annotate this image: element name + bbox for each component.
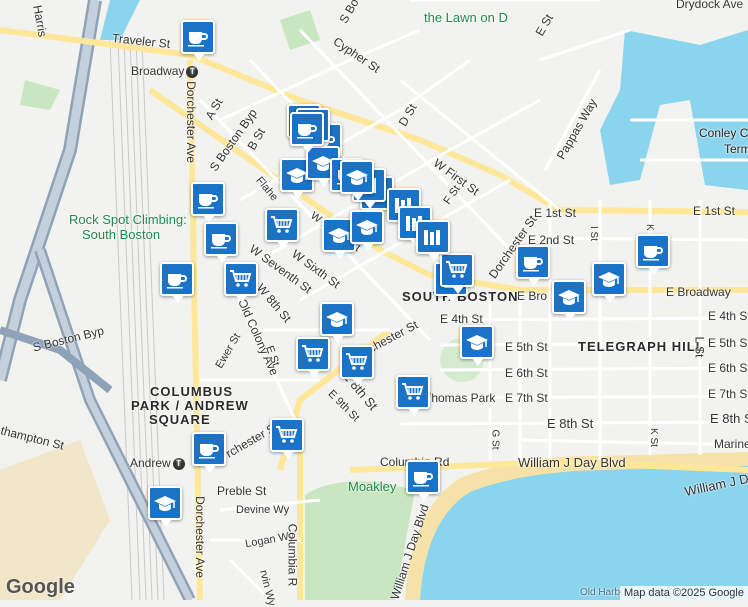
cart-marker[interactable] [270,418,304,459]
cart-icon [276,426,298,443]
map-canvas[interactable] [0,0,748,600]
coffee-marker[interactable] [516,245,550,286]
cart-marker[interactable] [396,375,430,416]
coffee-icon [211,234,231,249]
cart-icon [446,261,468,278]
cart-icon [302,345,324,362]
coffee-marker[interactable] [160,262,194,303]
school-marker[interactable] [552,280,586,321]
coffee-icon [167,274,187,289]
cart-icon [402,383,424,400]
cart-icon [271,216,293,233]
cart-marker[interactable] [224,262,258,303]
school-icon [356,220,378,235]
school-marker[interactable] [320,302,354,343]
school-marker[interactable] [350,210,384,251]
school-icon [328,228,350,243]
school-marker[interactable] [460,325,494,366]
school-icon [326,312,348,327]
coffee-marker[interactable] [191,182,225,223]
coffee-icon [199,444,219,459]
cart-marker[interactable] [296,337,330,378]
cart-icon [346,353,368,370]
coffee-icon [297,124,317,139]
cart-icon [230,270,252,287]
coffee-icon [523,257,543,272]
coffee-marker[interactable] [290,112,324,153]
coffee-marker[interactable] [181,20,215,61]
map-attribution[interactable]: Map data ©2025 Google [619,586,748,600]
school-icon [558,290,580,305]
cart-marker[interactable] [340,345,374,386]
google-logo: Google [6,576,75,598]
cart-marker[interactable] [440,253,474,294]
cart-marker[interactable] [265,208,299,249]
coffee-marker[interactable] [406,460,440,501]
coffee-icon [188,32,208,47]
school-marker[interactable] [148,486,182,527]
coffee-marker[interactable] [636,234,670,275]
coffee-icon [198,194,218,209]
coffee-marker[interactable] [192,432,226,473]
coffee-icon [413,472,433,487]
books-icon [424,230,440,245]
coffee-marker[interactable] [204,222,238,263]
books-marker[interactable] [416,220,450,261]
school-marker[interactable] [592,262,626,303]
school-icon [154,496,176,511]
school-icon [346,170,368,185]
coffee-icon [643,246,663,261]
school-marker[interactable] [340,160,374,201]
school-icon [466,335,488,350]
school-icon [598,272,620,287]
